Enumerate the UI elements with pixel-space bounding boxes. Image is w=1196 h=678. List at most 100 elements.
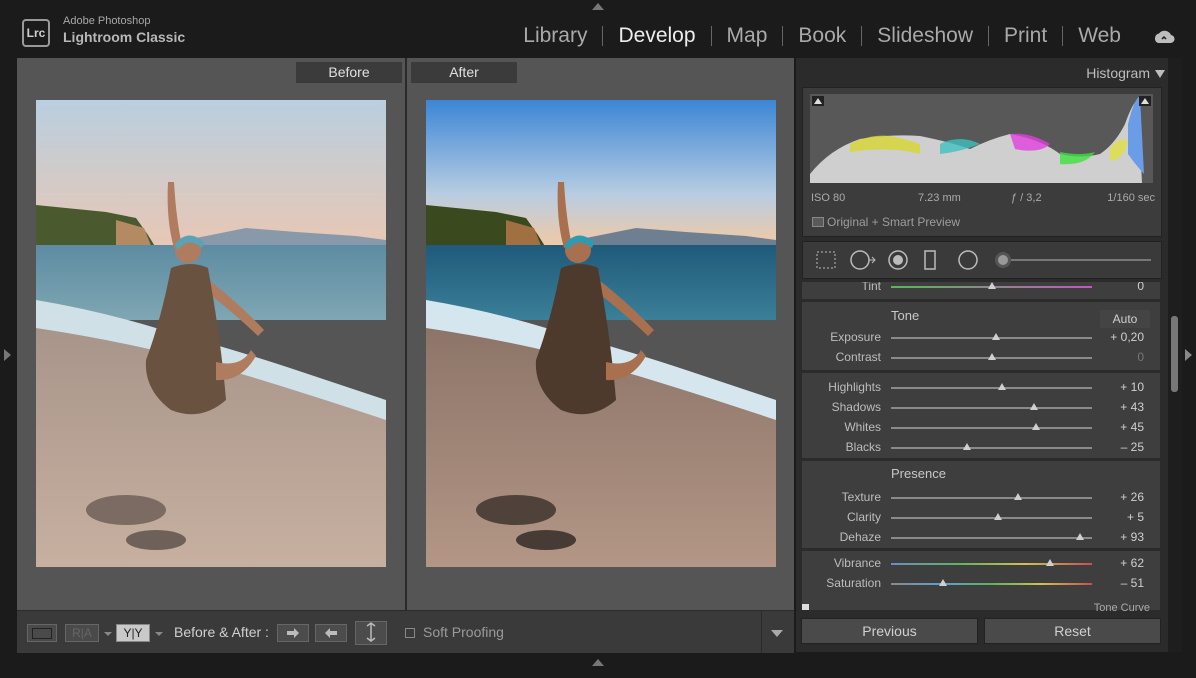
exposure-row[interactable]: Exposure + 0,20 (802, 328, 1160, 348)
dehaze-slider-track[interactable] (891, 537, 1092, 539)
brush-icon[interactable] (993, 250, 1013, 270)
ra-view-button[interactable]: R|A (65, 624, 99, 642)
clarity-row[interactable]: Clarity + 5 (802, 508, 1160, 528)
exposure-value[interactable]: + 0,20 (1110, 330, 1144, 344)
module-slideshow[interactable]: Slideshow (862, 24, 988, 48)
histogram-header[interactable]: Histogram (796, 58, 1168, 86)
module-map[interactable]: Map (712, 24, 783, 48)
shadows-value[interactable]: + 43 (1120, 400, 1144, 414)
histogram-collapse-icon[interactable] (1155, 70, 1165, 78)
texture-slider-track[interactable] (891, 497, 1092, 499)
texture-label: Texture (841, 490, 881, 504)
crop-icon[interactable] (815, 250, 837, 270)
cloud-sync-icon[interactable] (1152, 28, 1176, 46)
collapse-right-panel-icon[interactable] (1185, 349, 1192, 361)
aperture-value: ƒ / 3,2 (1011, 192, 1042, 204)
module-print[interactable]: Print (989, 24, 1062, 48)
toolbar-menu-chevron-icon[interactable] (771, 630, 783, 637)
group-separator (802, 548, 1160, 551)
texture-slider-thumb[interactable] (1013, 493, 1022, 500)
red-eye-icon[interactable] (887, 249, 909, 271)
smart-preview-status[interactable]: Original + Smart Preview (827, 215, 960, 229)
dehaze-slider-thumb[interactable] (1075, 533, 1084, 540)
radial-filter-icon[interactable] (957, 249, 979, 271)
highlights-row[interactable]: Highlights + 10 (802, 378, 1160, 398)
bottom-toolbar: R|A Y|Y Before & After : Soft Proofing (17, 610, 794, 653)
copy-after-to-before-button[interactable] (315, 624, 347, 642)
blacks-value[interactable]: – 25 (1121, 440, 1144, 454)
copy-before-to-after-button[interactable] (277, 624, 309, 642)
smart-preview-icon (812, 217, 824, 227)
module-library[interactable]: Library (508, 24, 602, 48)
saturation-slider-track[interactable] (891, 583, 1092, 585)
blacks-slider-track[interactable] (891, 447, 1092, 449)
highlights-slider-track[interactable] (891, 387, 1092, 389)
contrast-slider-thumb[interactable] (987, 353, 996, 360)
dehaze-row[interactable]: Dehaze + 93 (802, 528, 1160, 548)
before-photo (36, 100, 386, 567)
yy-chevron-down-icon[interactable] (155, 632, 163, 636)
collapse-bottom-icon[interactable] (592, 659, 604, 666)
brand-small: Adobe Photoshop (63, 15, 151, 27)
saturation-row[interactable]: Saturation – 51 (802, 574, 1160, 594)
soft-proofing-checkbox[interactable] (405, 628, 415, 638)
right-panel-scrollbar[interactable] (1168, 58, 1182, 652)
vibrance-slider-thumb[interactable] (1045, 559, 1054, 566)
module-book[interactable]: Book (783, 24, 861, 48)
spot-removal-icon[interactable] (849, 249, 877, 271)
shutter-speed: 1/160 sec (1107, 192, 1155, 204)
contrast-value[interactable]: 0 (1137, 350, 1144, 364)
dehaze-value[interactable]: + 93 (1120, 530, 1144, 544)
expand-left-panel-icon[interactable] (4, 349, 11, 361)
clarity-label: Clarity (846, 510, 881, 524)
texture-row[interactable]: Texture + 26 (802, 488, 1160, 508)
vibrance-value[interactable]: + 62 (1120, 556, 1144, 570)
shadows-row[interactable]: Shadows + 43 (802, 398, 1160, 418)
whites-slider-thumb[interactable] (1031, 423, 1040, 430)
clarity-slider-thumb[interactable] (993, 513, 1002, 520)
brush-size-slider[interactable] (1011, 259, 1151, 261)
module-web[interactable]: Web (1063, 24, 1136, 48)
reset-button[interactable]: Reset (984, 618, 1161, 644)
module-develop[interactable]: Develop (603, 24, 710, 48)
tint-row[interactable]: Tint 0 (802, 282, 1160, 297)
highlights-slider-thumb[interactable] (997, 383, 1006, 390)
tool-strip (802, 241, 1162, 279)
loupe-view-button[interactable] (27, 624, 57, 642)
yy-view-button[interactable]: Y|Y (116, 624, 150, 642)
contrast-row[interactable]: Contrast 0 (802, 348, 1160, 368)
vibrance-slider-track[interactable] (891, 563, 1092, 565)
texture-value[interactable]: + 26 (1120, 490, 1144, 504)
highlights-value[interactable]: + 10 (1120, 380, 1144, 394)
after-photo (426, 100, 776, 567)
scrollbar-thumb[interactable] (1171, 316, 1178, 392)
saturation-slider-thumb[interactable] (939, 579, 948, 586)
vibrance-row[interactable]: Vibrance + 62 (802, 554, 1160, 574)
highlights-label: Highlights (828, 380, 881, 394)
blacks-slider-thumb[interactable] (963, 443, 972, 450)
tone-curve-header[interactable]: Tone Curve (1094, 602, 1150, 614)
blacks-row[interactable]: Blacks – 25 (802, 438, 1160, 458)
histogram-graph (810, 94, 1153, 183)
collapse-top-icon[interactable] (592, 3, 604, 10)
shadows-slider-thumb[interactable] (1029, 403, 1038, 410)
tint-slider-thumb[interactable] (987, 282, 996, 289)
shadows-slider-track[interactable] (891, 407, 1092, 409)
clarity-slider-track[interactable] (891, 517, 1092, 519)
whites-slider-track[interactable] (891, 427, 1092, 429)
whites-row[interactable]: Whites + 45 (802, 418, 1160, 438)
swap-before-after-button[interactable] (355, 621, 387, 645)
previous-button[interactable]: Previous (801, 618, 978, 644)
graduated-filter-icon[interactable] (923, 249, 937, 271)
auto-tone-button[interactable]: Auto (1100, 310, 1150, 328)
clarity-value[interactable]: + 5 (1127, 510, 1144, 524)
saturation-value[interactable]: – 51 (1121, 576, 1144, 590)
whites-value[interactable]: + 45 (1120, 420, 1144, 434)
before-pane: Before (17, 58, 405, 610)
brand-big: Lightroom Classic (63, 29, 186, 45)
iso-value: ISO 80 (811, 192, 846, 204)
contrast-label: Contrast (835, 350, 881, 364)
ra-chevron-down-icon[interactable] (104, 632, 112, 636)
panel-toggle-icon[interactable] (802, 604, 809, 610)
exposure-slider-thumb[interactable] (991, 333, 1000, 340)
